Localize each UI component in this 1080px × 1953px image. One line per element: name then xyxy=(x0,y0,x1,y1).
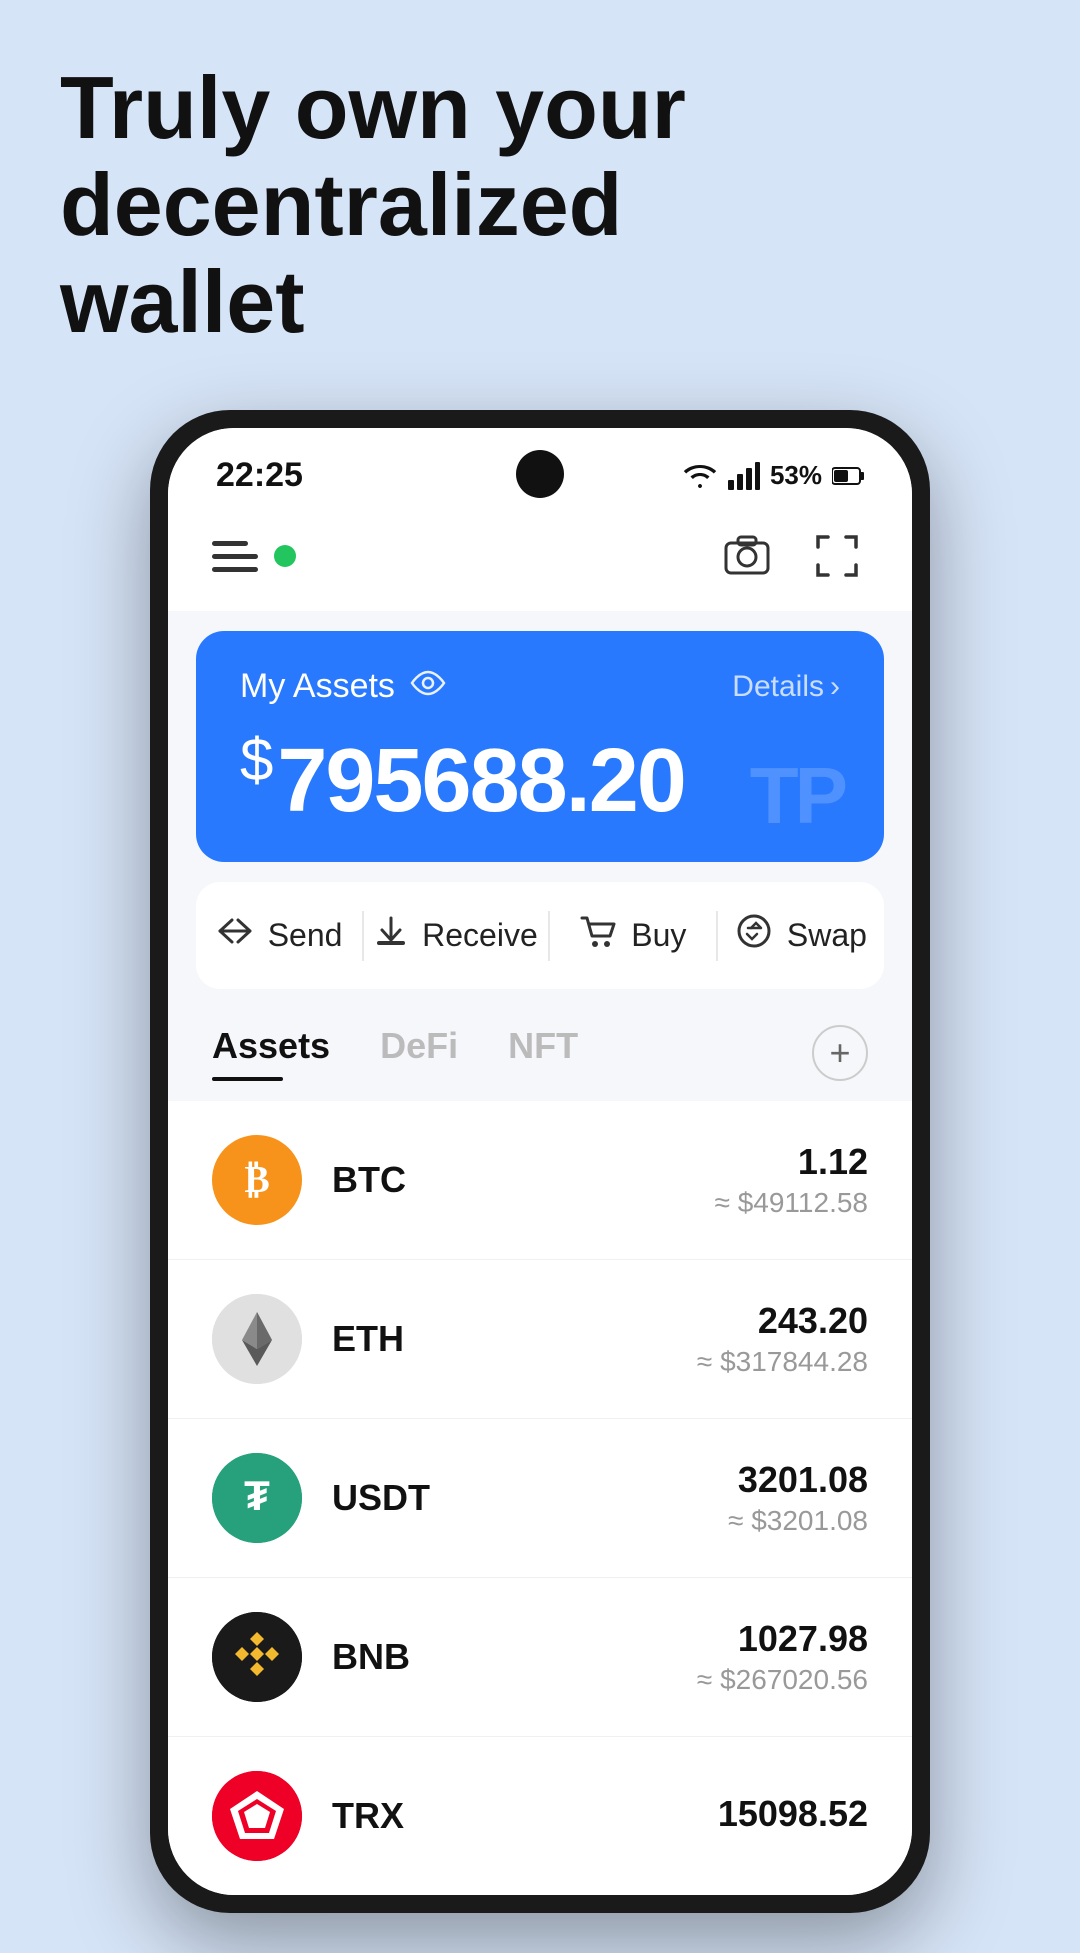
status-icons: 53% xyxy=(682,460,864,491)
asset-item[interactable]: ₮ USDT 3201.08 ≈ $3201.08 xyxy=(168,1419,912,1578)
camera-button[interactable] xyxy=(716,525,778,587)
asset-item[interactable]: TRX 15098.52 xyxy=(168,1737,912,1895)
tab-assets[interactable]: Assets xyxy=(212,1025,330,1081)
usdt-usd: ≈ $3201.08 xyxy=(728,1505,868,1537)
my-assets-label: My Assets xyxy=(240,667,447,706)
trx-amount: 15098.52 xyxy=(718,1793,868,1835)
buy-button[interactable]: Buy xyxy=(550,892,716,979)
swap-icon xyxy=(735,914,773,957)
eth-usd: ≈ $317844.28 xyxy=(697,1346,868,1378)
eth-values: 243.20 ≈ $317844.28 xyxy=(697,1300,868,1378)
swap-button[interactable]: Swap xyxy=(718,892,884,979)
asset-item[interactable]: ETH 243.20 ≈ $317844.28 xyxy=(168,1260,912,1419)
tp-watermark: TP xyxy=(750,750,844,842)
usdt-values: 3201.08 ≈ $3201.08 xyxy=(728,1459,868,1537)
menu-button[interactable] xyxy=(212,541,258,572)
phone-mockup: 22:25 53% xyxy=(150,410,930,1913)
scan-icon xyxy=(814,533,860,579)
scan-button[interactable] xyxy=(806,525,868,587)
app-header xyxy=(168,505,912,611)
buy-icon xyxy=(579,914,617,957)
usdt-symbol: USDT xyxy=(332,1477,698,1519)
bnb-amount: 1027.98 xyxy=(697,1618,868,1660)
btc-usd: ≈ $49112.58 xyxy=(715,1187,868,1219)
eth-symbol: ETH xyxy=(332,1318,667,1360)
menu-bar xyxy=(212,554,258,559)
trx-symbol: TRX xyxy=(332,1795,688,1837)
trx-logo xyxy=(212,1771,302,1861)
tabs-header: Assets DeFi NFT + xyxy=(212,1025,868,1081)
eth-logo xyxy=(212,1294,302,1384)
action-bar: Send Receive xyxy=(196,882,884,989)
tab-defi[interactable]: DeFi xyxy=(380,1025,458,1081)
usdt-amount: 3201.08 xyxy=(728,1459,868,1501)
add-asset-button[interactable]: + xyxy=(812,1025,868,1081)
status-bar: 22:25 53% xyxy=(168,428,912,505)
tab-nft[interactable]: NFT xyxy=(508,1025,578,1081)
btc-values: 1.12 ≈ $49112.58 xyxy=(715,1141,868,1219)
menu-bar xyxy=(212,541,248,546)
camera-notch xyxy=(516,450,564,498)
hero-title: Truly own your decentralized wallet xyxy=(60,60,860,350)
btc-amount: 1.12 xyxy=(715,1141,868,1183)
battery-icon xyxy=(832,466,864,486)
asset-list: ₿ BTC 1.12 ≈ $49112.58 xyxy=(168,1101,912,1895)
header-left xyxy=(212,541,296,572)
usdt-logo: ₮ xyxy=(212,1453,302,1543)
asset-item[interactable]: ₿ BTC 1.12 ≈ $49112.58 xyxy=(168,1101,912,1260)
send-icon xyxy=(216,916,254,955)
tabs-section: Assets DeFi NFT + xyxy=(168,989,912,1081)
send-button[interactable]: Send xyxy=(196,894,362,977)
receive-icon xyxy=(374,914,408,957)
receive-button[interactable]: Receive xyxy=(364,892,548,979)
eth-amount: 243.20 xyxy=(697,1300,868,1342)
card-header: My Assets Details › xyxy=(240,667,840,706)
wifi-icon xyxy=(682,462,718,490)
signal-icon xyxy=(728,462,760,490)
svg-text:₿: ₿ xyxy=(244,1159,269,1201)
menu-bar xyxy=(212,567,258,572)
bnb-usd: ≈ $267020.56 xyxy=(697,1664,868,1696)
details-link[interactable]: Details › xyxy=(732,670,840,704)
camera-icon xyxy=(724,535,770,577)
battery-text: 53% xyxy=(770,460,822,491)
bnb-values: 1027.98 ≈ $267020.56 xyxy=(697,1618,868,1696)
bnb-logo xyxy=(212,1612,302,1702)
phone-screen: 22:25 53% xyxy=(168,428,912,1895)
hero-section: Truly own your decentralized wallet xyxy=(40,60,860,350)
trx-values: 15098.52 xyxy=(718,1793,868,1839)
status-time: 22:25 xyxy=(216,456,303,495)
svg-text:₮: ₮ xyxy=(244,1472,270,1519)
balance-card: My Assets Details › $795688.20 xyxy=(196,631,884,862)
visibility-icon[interactable] xyxy=(409,670,447,703)
btc-symbol: BTC xyxy=(332,1159,685,1201)
asset-item[interactable]: BNB 1027.98 ≈ $267020.56 xyxy=(168,1578,912,1737)
btc-logo: ₿ xyxy=(212,1135,302,1225)
header-right xyxy=(716,525,868,587)
connection-indicator xyxy=(274,545,296,567)
bnb-symbol: BNB xyxy=(332,1636,667,1678)
